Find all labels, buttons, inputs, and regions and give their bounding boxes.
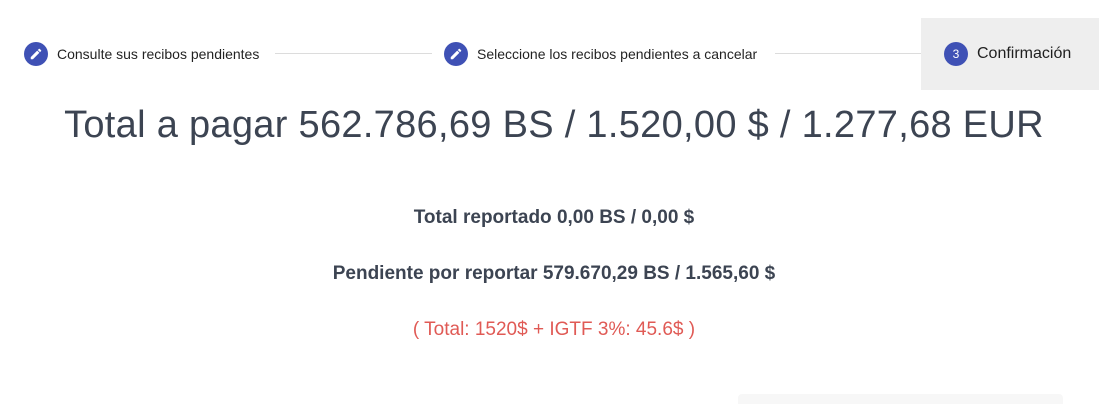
payment-summary: Total a pagar 562.786,69 BS / 1.520,00 $… xyxy=(0,104,1108,340)
pending-to-report: Pendiente por reportar 579.670,29 BS / 1… xyxy=(332,263,776,284)
edit-icon xyxy=(444,42,468,66)
igtf-note: ( Total: 1520$ + IGTF 3%: 45.6$ ) xyxy=(412,319,696,340)
step-consult-receipts[interactable]: Consulte sus recibos pendientes xyxy=(24,18,259,90)
bottom-card xyxy=(738,394,1063,404)
stepper: Consulte sus recibos pendientes Seleccio… xyxy=(0,0,1108,108)
step-connector xyxy=(275,53,432,54)
total-to-pay: Total a pagar 562.786,69 BS / 1.520,00 $… xyxy=(64,104,1044,146)
step-label: Seleccione los recibos pendientes a canc… xyxy=(477,46,758,62)
step-label: Confirmación xyxy=(977,45,1072,62)
step-confirmation[interactable]: 3 Confirmación xyxy=(921,18,1099,90)
step-connector xyxy=(775,53,921,54)
edit-icon xyxy=(24,42,48,66)
step-select-receipts[interactable]: Seleccione los recibos pendientes a canc… xyxy=(444,18,757,90)
step-number: 3 xyxy=(952,47,960,61)
step-number-badge: 3 xyxy=(944,42,968,66)
step-label: Consulte sus recibos pendientes xyxy=(57,46,260,62)
total-reported: Total reportado 0,00 BS / 0,00 $ xyxy=(413,207,695,228)
